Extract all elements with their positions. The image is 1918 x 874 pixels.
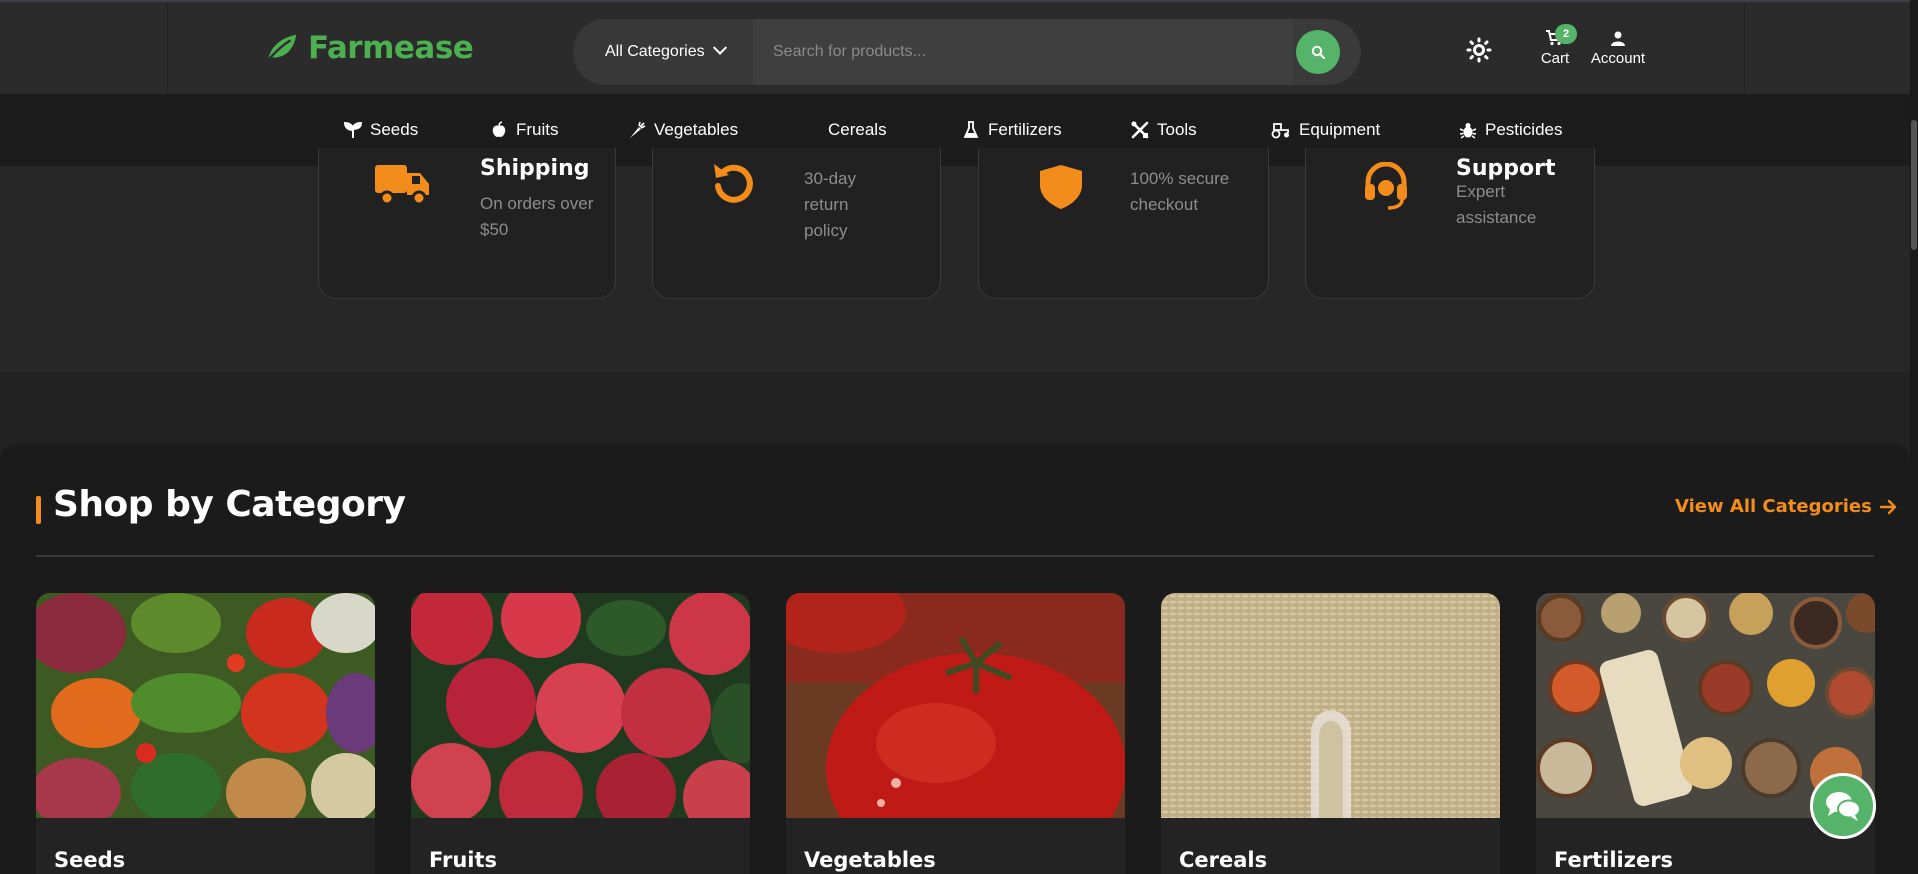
category-image [1161, 593, 1500, 818]
comments-icon [1826, 792, 1861, 821]
category-name: Fruits [429, 848, 498, 872]
category-card-seeds[interactable]: Seeds [36, 593, 375, 874]
feature-desc: 100% secure checkout [1130, 169, 1230, 214]
section-title: Shop by Category [53, 484, 406, 525]
view-all-label: View All Categories [1675, 496, 1872, 517]
arrow-right-icon [1879, 499, 1897, 514]
view-all-categories-link[interactable]: View All Categories [1675, 496, 1898, 517]
shield-icon [1040, 165, 1082, 209]
category-image [786, 593, 1125, 818]
feature-desc: Expert assistance [1456, 182, 1537, 227]
nav-label: Pesticides [1485, 120, 1563, 139]
feature-desc: 30-day return policy [804, 169, 856, 240]
search-button[interactable] [1296, 30, 1340, 74]
search-icon [1311, 45, 1325, 59]
site-header: Farmease All Categories 2 Car [0, 0, 1918, 94]
feature-desc: On orders over $50 [480, 194, 594, 239]
feature-card: Shipping On orders over $50 [318, 148, 616, 299]
category-name: Vegetables [804, 848, 936, 872]
seedling-icon [344, 121, 362, 138]
apple-icon [492, 121, 506, 137]
nav-label: Equipment [1299, 120, 1381, 139]
nav-label: Seeds [370, 120, 419, 139]
carrot-icon [630, 121, 646, 138]
feature-title: Support [1456, 156, 1556, 181]
feature-card: 100% secure checkout [978, 148, 1269, 299]
category-card-fruits[interactable]: Fruits [411, 593, 750, 874]
section-accent-bar [36, 496, 41, 524]
account-label: Account [1590, 50, 1646, 67]
tractor-icon [1271, 123, 1289, 139]
truck-icon [375, 165, 429, 206]
cart-button[interactable]: 2 Cart [1535, 24, 1577, 72]
headset-icon [1365, 162, 1407, 210]
cart-count-badge: 2 [1555, 24, 1577, 44]
bug-icon [1459, 123, 1477, 139]
scrollbar-thumb[interactable] [1911, 120, 1917, 250]
flask-icon [963, 121, 979, 138]
category-name: Cereals [1179, 848, 1268, 872]
brand-name: Farmease [308, 30, 474, 66]
category-nav: Seeds Fruits Vegetables Cereals Fertiliz… [0, 94, 1918, 166]
category-name: Fertilizers [1554, 848, 1674, 872]
feature-title: Shipping [480, 156, 590, 181]
search-input[interactable] [753, 19, 1293, 85]
leaf-icon [264, 34, 297, 64]
category-image [411, 593, 750, 818]
category-select-label: All Categories [605, 43, 705, 60]
user-icon [1611, 31, 1625, 46]
feature-card: Support Expert assistance [1305, 148, 1595, 299]
category-card-vegetables[interactable]: Vegetables [786, 593, 1125, 874]
logo[interactable]: Farmease [262, 30, 474, 66]
account-button[interactable]: Account [1585, 28, 1651, 72]
category-name: Seeds [54, 848, 126, 872]
undo-icon [714, 164, 753, 203]
chevron-down-icon [712, 40, 727, 55]
nav-label: Fertilizers [988, 120, 1062, 139]
category-select[interactable]: All Categories [573, 19, 753, 85]
feature-card: 30-day return policy [652, 148, 941, 299]
shop-by-category-section: Shop by Category View All Categories See… [0, 444, 1910, 874]
sun-icon[interactable] [1466, 37, 1492, 63]
search-bar: All Categories [573, 19, 1361, 85]
chat-button[interactable] [1810, 773, 1876, 839]
tools-icon [1131, 121, 1149, 139]
nav-label: Cereals [828, 120, 887, 139]
nav-label: Vegetables [654, 120, 739, 139]
features-band [0, 166, 1918, 372]
section-divider [36, 555, 1874, 557]
category-image [36, 593, 375, 818]
nav-label: Tools [1157, 120, 1197, 139]
cart-label: Cart [1540, 50, 1570, 67]
category-card-cereals[interactable]: Cereals [1161, 593, 1500, 874]
nav-label: Fruits [516, 120, 559, 139]
